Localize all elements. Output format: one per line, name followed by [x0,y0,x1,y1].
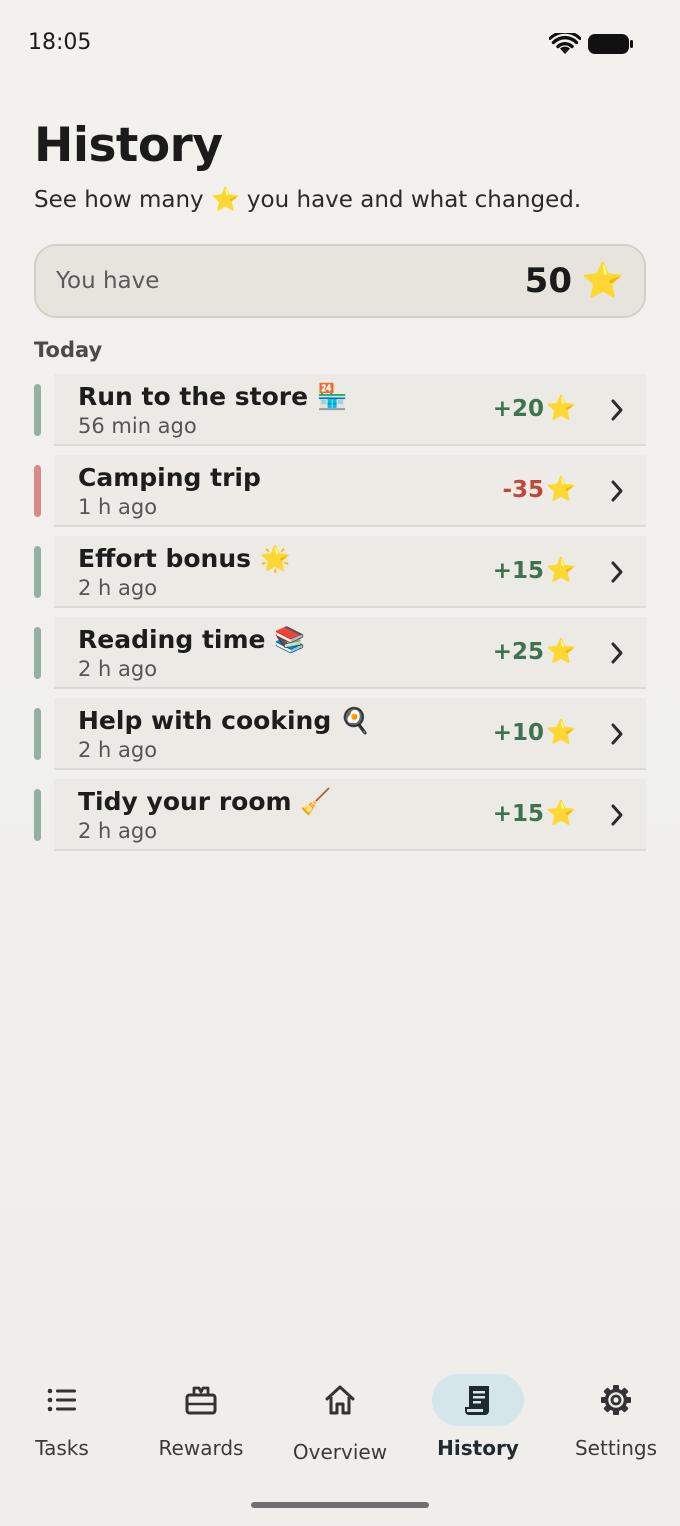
nav-rewards[interactable]: Rewards [141,1374,261,1484]
history-row[interactable]: Help with cooking 🍳 2 h ago +10 ⭐ [34,698,646,770]
row-amount: +15 [492,558,544,584]
history-screen: 18:05 History See how many ⭐ you have an… [0,0,680,1526]
row-title: Help with cooking 🍳 [78,706,372,735]
star-icon: ⭐ [581,261,624,301]
status-bar-indicator [34,708,41,760]
bottom-nav: Tasks Rewards Overview History Settings [0,1352,680,1526]
receipt-icon [465,1386,489,1415]
row-title: Reading time 📚 [78,625,306,654]
row-time: 56 min ago [78,414,197,438]
balance-label: You have [56,268,160,294]
home-icon [325,1385,355,1415]
row-title: Camping trip [78,463,261,492]
chevron-right-icon [611,804,623,826]
status-bar-indicator [34,384,41,436]
row-title: Tidy your room 🧹 [78,787,332,816]
status-bar-indicator [34,546,41,598]
star-icon: ⭐ [546,475,576,503]
chevron-right-icon [611,723,623,745]
row-amount: +25 [492,639,544,665]
status-bar-indicator [34,465,41,517]
status-time: 18:05 [28,30,92,55]
nav-label: Rewards [158,1436,244,1460]
row-card: Effort bonus 🌟 2 h ago +15 ⭐ [54,536,646,608]
row-time: 2 h ago [78,576,158,600]
balance-value: 50 [524,261,572,301]
home-indicator[interactable] [251,1502,429,1508]
status-bar: 18:05 [0,0,680,88]
gift-icon [185,1386,217,1415]
history-row[interactable]: Reading time 📚 2 h ago +25 ⭐ [34,617,646,689]
row-amount: +10 [492,720,544,746]
history-row[interactable]: Run to the store 🏪 56 min ago +20 ⭐ [34,374,646,446]
chevron-right-icon [611,399,623,421]
row-amount: +15 [492,801,544,827]
row-title: Run to the store 🏪 [78,382,348,411]
nav-tasks[interactable]: Tasks [2,1374,122,1484]
battery-icon [588,34,633,54]
star-icon: ⭐ [546,556,576,584]
list-icon [47,1388,76,1412]
row-time: 2 h ago [78,819,158,843]
section-label-today: Today [34,338,103,362]
row-time: 2 h ago [78,657,158,681]
gear-icon [601,1385,631,1415]
chevron-right-icon [611,561,623,583]
history-row[interactable]: Effort bonus 🌟 2 h ago +15 ⭐ [34,536,646,608]
nav-label: Tasks [35,1436,89,1460]
history-row[interactable]: Camping trip 1 h ago -35 ⭐ [34,455,646,527]
page-subtitle: See how many ⭐ you have and what changed… [34,187,582,213]
row-title: Effort bonus 🌟 [78,544,291,573]
status-bar-indicator [34,627,41,679]
row-card: Help with cooking 🍳 2 h ago +10 ⭐ [54,698,646,770]
row-amount: +20 [492,396,544,422]
nav-label: Settings [574,1436,658,1460]
row-card: Run to the store 🏪 56 min ago +20 ⭐ [54,374,646,446]
chevron-right-icon [611,480,623,502]
nav-label: Overview [292,1440,388,1464]
row-card: Camping trip 1 h ago -35 ⭐ [54,455,646,527]
row-time: 1 h ago [78,495,158,519]
status-bar-indicator [34,789,41,841]
nav-settings[interactable]: Settings [556,1374,676,1484]
row-card: Reading time 📚 2 h ago +25 ⭐ [54,617,646,689]
page-title: History [34,118,223,173]
star-icon: ⭐ [546,718,576,746]
nav-label: History [437,1436,519,1460]
row-time: 2 h ago [78,738,158,762]
chevron-right-icon [611,642,623,664]
nav-history[interactable]: History [418,1374,538,1484]
row-amount: -35 [502,477,544,503]
wifi-icon [549,33,581,54]
star-icon: ⭐ [546,637,576,665]
balance-card: You have 50 ⭐ [34,244,646,318]
row-card: Tidy your room 🧹 2 h ago +15 ⭐ [54,779,646,851]
star-icon: ⭐ [546,394,576,422]
history-row[interactable]: Tidy your room 🧹 2 h ago +15 ⭐ [34,779,646,851]
star-icon: ⭐ [546,799,576,827]
nav-overview[interactable]: Overview [280,1374,400,1484]
